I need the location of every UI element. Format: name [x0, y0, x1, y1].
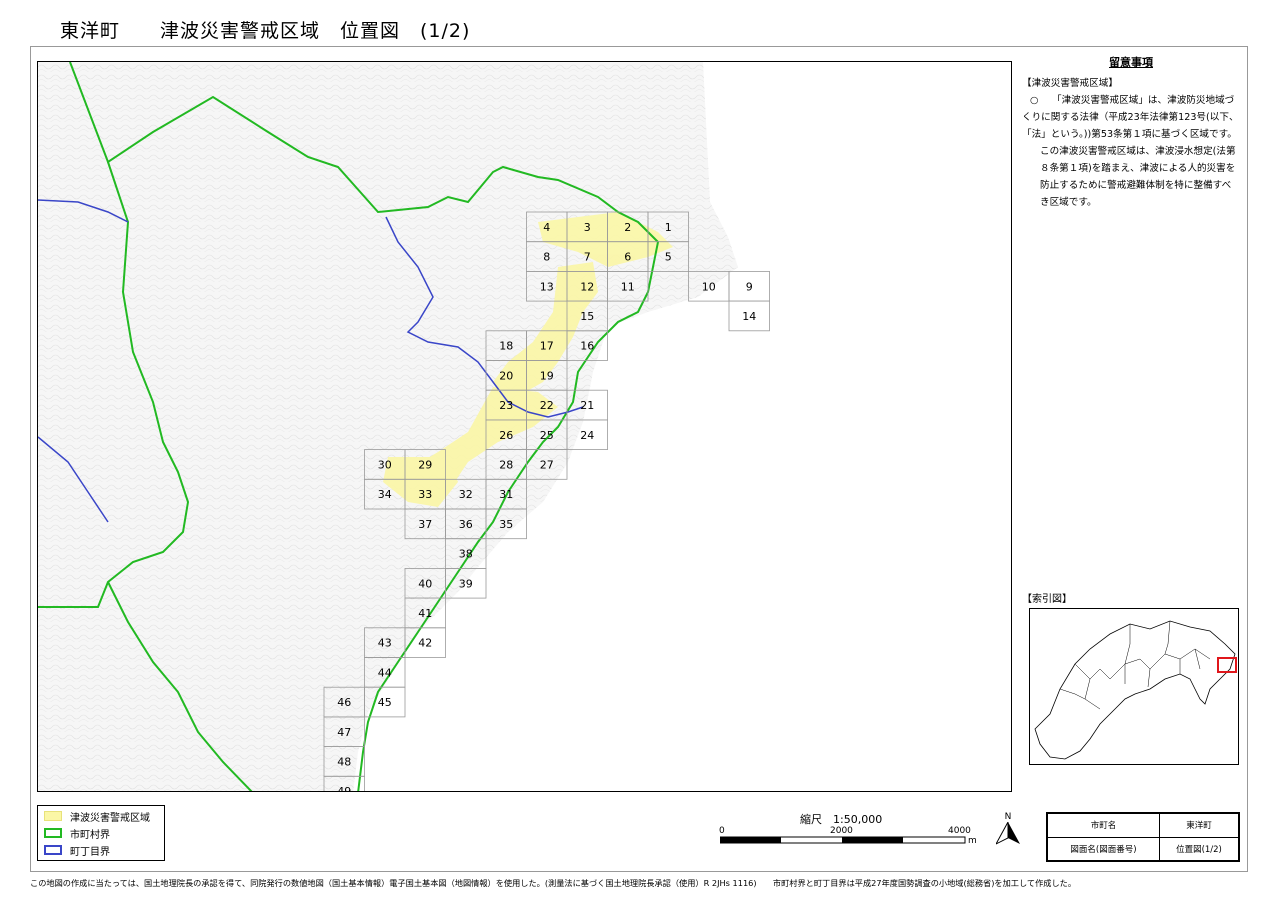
index-sheet-label: 31	[499, 488, 513, 501]
info-row-drawing: 図面名(図面番号) 位置図(1/2)	[1047, 836, 1240, 861]
prefecture-outline	[1034, 620, 1236, 760]
notes-panel: 留意事項 【津波災害警戒区域】 ○ 「津波災害警戒区域」は、津波防災地域づくりに関…	[1022, 54, 1240, 211]
index-sheet-label: 8	[543, 251, 550, 264]
index-sheet-label: 18	[499, 340, 513, 353]
index-sheet-label: 11	[621, 280, 635, 293]
scale-tick-4000: 4000	[948, 826, 971, 836]
scale-unit: m	[968, 836, 977, 846]
legend-label-municipal: 市町村界	[70, 829, 110, 841]
index-sheet-label: 40	[418, 577, 432, 590]
north-label: N	[1004, 812, 1012, 822]
info-table: 市町名 東洋町 図面名(図面番号) 位置図(1/2)	[1046, 812, 1240, 862]
credit-text: この地図の作成に当たっては、国土地理院長の承認を得て、同院発行の数値地図（国土基…	[30, 878, 1077, 888]
index-sheet-label: 35	[499, 518, 513, 531]
index-map-canvas	[1034, 620, 1237, 760]
index-sheet-label: 46	[337, 696, 351, 709]
legend-item-municipal: 市町村界	[44, 826, 110, 841]
index-sheet-label: 13	[540, 280, 554, 293]
index-sheet-label: 44	[378, 666, 392, 679]
index-sheet-label: 14	[742, 310, 756, 323]
info-value-town: 東洋町	[1158, 813, 1240, 838]
index-sheet-label: 28	[499, 458, 513, 471]
legend-item-zone: 津波災害警戒区域	[44, 809, 150, 824]
info-key-drawing: 図面名(図面番号)	[1047, 836, 1160, 861]
index-sheet-label: 25	[540, 429, 554, 442]
scale-title: 縮尺 1:50,000	[800, 813, 883, 826]
notes-para-1-text: 「津波災害警戒区域」は、津波防災地域づくりに関する法律（平成23年法律第123号…	[1022, 95, 1239, 140]
index-map	[1029, 608, 1239, 765]
notes-section-label: 【津波災害警戒区域】	[1022, 78, 1118, 89]
index-sheet-label: 19	[540, 369, 554, 382]
index-sheet-label: 16	[580, 340, 594, 353]
index-sheet-label: 30	[378, 458, 392, 471]
legend: 津波災害警戒区域 市町村界 町丁目界	[37, 805, 165, 861]
index-sheet-label: 43	[378, 637, 392, 650]
index-sheet-label: 29	[418, 458, 432, 471]
index-sheet-label: 2	[624, 221, 631, 234]
index-sheet-label: 3	[584, 221, 591, 234]
index-sheet-label: 38	[459, 548, 473, 561]
north-arrow-icon	[994, 821, 1020, 846]
index-sheet-label: 47	[337, 726, 351, 739]
index-sheet-label: 21	[580, 399, 594, 412]
index-sheet-label: 10	[702, 280, 716, 293]
notes-bullet: ○	[1030, 95, 1039, 106]
index-sheet-label: 27	[540, 458, 554, 471]
notes-para-1: ○ 「津波災害警戒区域」は、津波防災地域づくりに関する法律（平成23年法律第123…	[1022, 92, 1240, 143]
index-sheet-label: 15	[580, 310, 594, 323]
notes-heading: 留意事項	[1109, 56, 1153, 69]
info-key-town: 市町名	[1047, 813, 1160, 838]
index-sheet-label: 24	[580, 429, 594, 442]
index-sheet-label: 17	[540, 340, 554, 353]
index-sheet-label: 32	[459, 488, 473, 501]
legend-label-town: 町丁目界	[70, 846, 110, 858]
index-sheet-label: 45	[378, 696, 392, 709]
legend-swatch-town	[44, 845, 62, 855]
land-area-tint	[38, 62, 738, 791]
scale-bar	[720, 836, 966, 844]
index-sheet-label: 26	[499, 429, 513, 442]
index-sheet-label: 12	[580, 280, 594, 293]
index-sheet-label: 37	[418, 518, 432, 531]
index-sheet-label: 4	[543, 221, 550, 234]
index-sheet-label: 33	[418, 488, 432, 501]
index-sheet-label: 34	[378, 488, 392, 501]
index-sheet-label: 41	[418, 607, 432, 620]
index-sheet-label: 20	[499, 369, 513, 382]
map-canvas: 1234567891011121314151617181920212223242…	[38, 62, 770, 792]
index-sheet-label: 9	[746, 280, 753, 293]
legend-label-zone: 津波災害警戒区域	[70, 812, 150, 824]
info-value-drawing: 位置図(1/2)	[1158, 836, 1240, 861]
index-sheet-label: 7	[584, 251, 591, 264]
index-sheet-label: 1	[665, 221, 672, 234]
north-arrow: N	[994, 812, 1020, 850]
index-sheet-label: 22	[540, 399, 554, 412]
index-sheet-label: 5	[665, 251, 672, 264]
index-sheet-label: 6	[624, 251, 631, 264]
scale-tick-2000: 2000	[830, 826, 853, 836]
scale-tick-0: 0	[719, 826, 725, 836]
index-map-label: 【索引図】	[1022, 594, 1072, 605]
legend-item-town: 町丁目界	[44, 843, 110, 858]
index-sheet-label: 39	[459, 577, 473, 590]
info-row-town: 市町名 東洋町	[1047, 813, 1240, 838]
legend-swatch-municipal	[44, 828, 62, 838]
page-title: 東洋町 津波災害警戒区域 位置図 (1/2)	[60, 20, 471, 42]
index-sheet-label: 36	[459, 518, 473, 531]
legend-swatch-zone	[44, 811, 62, 821]
index-sheet-label: 23	[499, 399, 513, 412]
index-sheet-label: 49	[337, 785, 351, 792]
main-map[interactable]: 1 2 3 4 5 6 7 8 9 10 11 12 13 14 15 16 17 18 19 20 21 22 23 24 2…	[37, 61, 1012, 792]
notes-para-2: この津波災害警戒区域は、津波浸水想定(法第８条第１項)を踏まえ、津波による人的災…	[1040, 146, 1236, 208]
index-sheet-label: 48	[337, 755, 351, 768]
index-sheet-label: 42	[418, 637, 432, 650]
index-sheet-9[interactable]: 9	[728, 270, 770, 302]
index-sheet-14[interactable]: 14	[728, 300, 770, 332]
